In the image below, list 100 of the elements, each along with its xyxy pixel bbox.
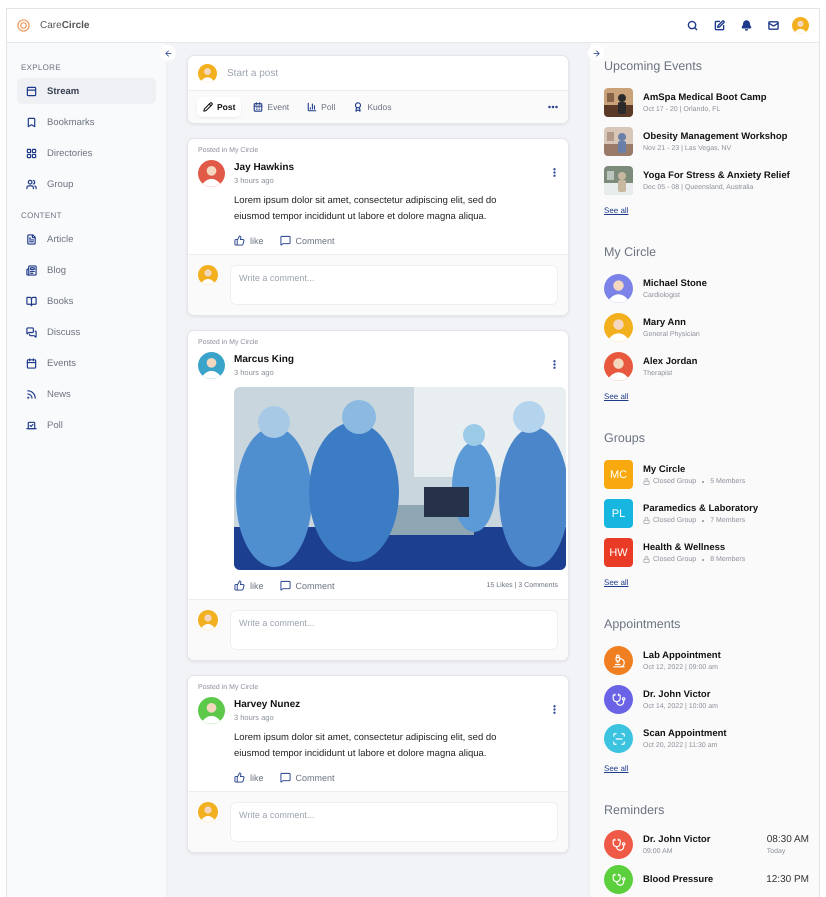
post-text: Lorem ipsum dolor sit amet, consectetur adipiscing elit, sed do eiusmod tempor incididunt ut labore et dolore magna aliqua. [234, 731, 498, 761]
stethoscope-icon [612, 692, 626, 706]
sidebar-item[interactable]: Poll [17, 412, 156, 438]
contact-name: Michael Stone [643, 278, 707, 289]
window-icon [26, 86, 37, 96]
sidebar-item[interactable]: Stream [17, 78, 156, 104]
section-heading: EXPLORE [21, 63, 62, 72]
user-avatar [198, 64, 217, 82]
sidebar-item[interactable]: Directories [17, 140, 156, 166]
post-type-tab[interactable]: Poll [301, 97, 342, 117]
post-text: Lorem ipsum dolor sit amet, consectetur adipiscing elit, sed do eiusmod tempor incididunt ut labore et dolore magna aliqua. [234, 194, 498, 224]
see-all-link[interactable]: See all [604, 392, 628, 401]
section-heading: Groups [604, 431, 646, 445]
scanner-icon [612, 732, 626, 746]
comment-field[interactable]: Write a comment... [230, 802, 558, 842]
app-logo: CareCircle [40, 20, 90, 31]
group-name: Paramedics & Laboratory [643, 503, 758, 514]
speech-bubble-icon [280, 235, 291, 246]
event-title: AmSpa Medical Boot Camp [643, 92, 767, 103]
author-name: Marcus King [234, 354, 294, 365]
see-all-link[interactable]: See all [604, 578, 628, 587]
newspaper-icon [26, 264, 37, 276]
event-title: Yoga For Stress & Anxiety Relief [643, 170, 790, 181]
award-icon [353, 102, 364, 112]
people-icon [26, 178, 37, 190]
reminder-title: Dr. John Victor [643, 834, 710, 845]
appointment-title: Scan Appointment [643, 728, 727, 739]
comment-button[interactable]: Comment [280, 772, 335, 783]
appointment-title: Dr. John Victor [643, 689, 712, 700]
bar-chart-icon [307, 102, 318, 112]
user-avatar [792, 17, 809, 34]
reminder-time: 12:30 PM [766, 874, 809, 885]
comment-field[interactable]: Write a comment... [230, 265, 558, 305]
document-icon [26, 234, 37, 244]
grid-icon [26, 148, 37, 158]
group-name: Health & Wellness [643, 542, 726, 553]
book-icon [26, 296, 37, 306]
speech-bubble-icon [280, 772, 291, 783]
stethoscope-icon [612, 838, 626, 852]
contact-name: Alex Jordan [643, 356, 698, 367]
group-initials: HW [604, 538, 633, 567]
group-name: My Circle [643, 464, 686, 475]
calendar-icon [253, 102, 264, 112]
comment-button[interactable]: Comment [280, 235, 335, 246]
comment-button[interactable]: Comment [280, 580, 335, 591]
event-title: Obesity Management Workshop [643, 131, 788, 142]
section-heading: CONTENT [21, 211, 63, 220]
group-initials: MC [604, 460, 633, 489]
thumbs-up-icon [234, 235, 245, 246]
section-heading: Appointments [604, 617, 682, 631]
arrow-right-icon [592, 48, 600, 58]
post-type-tab[interactable]: Event [247, 97, 296, 117]
sidebar-item[interactable]: News [17, 381, 156, 407]
feed-icon [26, 388, 37, 400]
thumbs-up-icon [234, 772, 245, 783]
author-name: Harvey Nunez [234, 699, 300, 710]
sidebar-item[interactable]: Discuss [17, 319, 156, 345]
section-heading: Reminders [604, 803, 666, 817]
logo-icon [17, 19, 30, 32]
like-button[interactable]: like [234, 235, 264, 246]
speech-bubble-icon [280, 580, 291, 591]
sidebar-item[interactable]: Events [17, 350, 156, 376]
post-type-tab[interactable]: Kudos [347, 97, 398, 117]
like-button[interactable]: like [234, 580, 264, 591]
user-avatar [198, 802, 218, 822]
bookmark-icon [26, 116, 37, 128]
pencil-icon [203, 102, 213, 112]
sidebar-item[interactable]: Bookmarks [17, 109, 156, 135]
appointment-title: Lab Appointment [643, 650, 721, 661]
dot-separator-icon [702, 558, 704, 560]
user-avatar [198, 610, 218, 630]
microscope-icon [612, 654, 626, 668]
lock-icon [643, 556, 650, 563]
group-initials: PL [604, 499, 633, 528]
arrow-left-icon [164, 48, 172, 58]
sidebar-item[interactable]: Blog [17, 257, 156, 283]
section-heading: Upcoming Events [604, 59, 703, 73]
sidebar-item[interactable]: Article [17, 226, 156, 252]
start-post-field[interactable]: Start a post [227, 68, 278, 78]
see-all-link[interactable]: See all [604, 764, 628, 773]
see-all-link[interactable]: See all [604, 206, 628, 215]
calendar-icon [26, 358, 37, 368]
dot-separator-icon [702, 480, 704, 482]
post-type-tab[interactable]: Post [197, 97, 242, 117]
reminder-title: Blood Pressure [643, 874, 714, 885]
user-avatar [198, 265, 218, 285]
section-heading: My Circle [604, 245, 658, 259]
stethoscope-icon [612, 872, 626, 886]
contact-name: Mary Ann [643, 317, 687, 328]
chat-icon [26, 326, 37, 338]
thumbs-up-icon [234, 580, 245, 591]
like-button[interactable]: like [234, 772, 264, 783]
sidebar-item[interactable]: Group [17, 171, 156, 197]
lock-icon [643, 478, 650, 485]
reminder-time: 08:30 AM [766, 834, 809, 845]
sidebar-item[interactable]: Books [17, 288, 156, 314]
comment-field[interactable]: Write a comment... [230, 610, 558, 650]
dot-separator-icon [702, 520, 704, 522]
lock-icon [643, 517, 650, 524]
author-name: Jay Hawkins [234, 162, 294, 173]
